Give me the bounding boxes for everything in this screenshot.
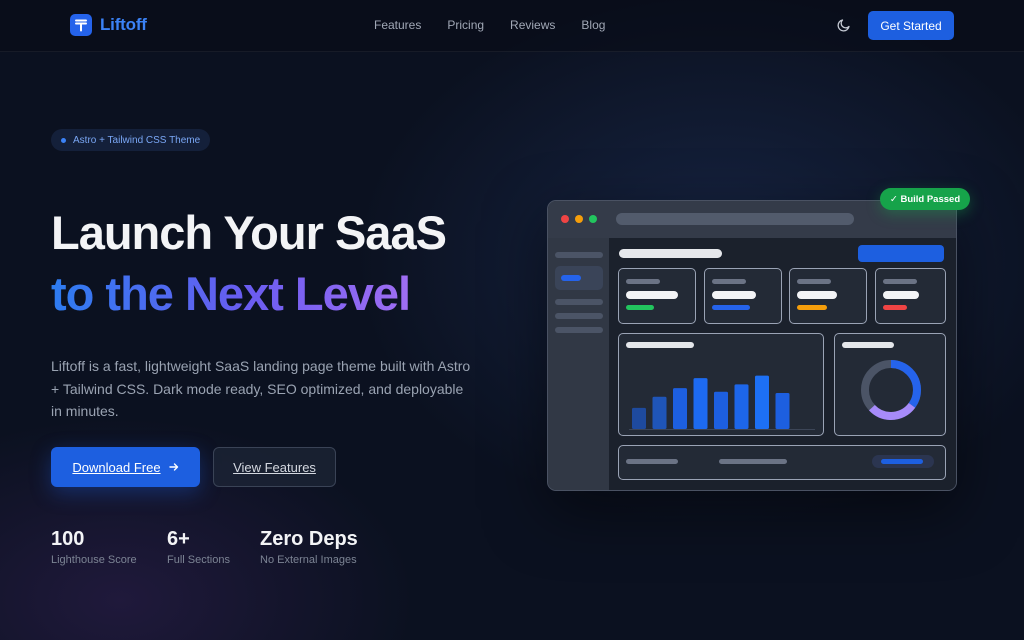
stat-deps: Zero Deps No External Images bbox=[260, 527, 358, 566]
stat-value: 100 bbox=[51, 528, 85, 550]
mock-bar bbox=[755, 375, 769, 429]
hero-title-line1: Launch Your SaaS bbox=[51, 206, 447, 259]
mock-bar-chart-card bbox=[618, 333, 824, 436]
card-value-line bbox=[883, 291, 919, 299]
brand-logo[interactable]: Liftoff bbox=[70, 14, 147, 36]
nav-link-pricing[interactable]: Pricing bbox=[447, 18, 484, 32]
table-pill-line bbox=[881, 459, 923, 464]
mock-donut-card bbox=[834, 333, 946, 436]
card-line bbox=[883, 279, 917, 284]
download-free-label: Download Free bbox=[72, 459, 161, 475]
build-passed-badge: ✓ Build Passed bbox=[880, 188, 970, 210]
card-line bbox=[797, 279, 831, 284]
sidebar-line bbox=[555, 252, 603, 258]
pill-label: Astro + Tailwind CSS Theme bbox=[73, 134, 201, 146]
brand-name: Liftoff bbox=[100, 15, 147, 34]
card-accent-line bbox=[883, 305, 907, 310]
mock-table-card bbox=[618, 445, 946, 480]
mock-bar bbox=[775, 393, 790, 429]
card-accent-line bbox=[712, 305, 750, 310]
theme-pill: Astro + Tailwind CSS Theme bbox=[51, 129, 211, 151]
logo-icon bbox=[70, 14, 92, 36]
mock-sidebar bbox=[548, 238, 609, 490]
table-line bbox=[719, 459, 787, 464]
arrow-right-icon bbox=[168, 460, 179, 475]
top-navigation: Liftoff Features Pricing Reviews Blog Ge… bbox=[0, 0, 1024, 52]
stat-label: No External Images bbox=[260, 554, 357, 566]
card-line bbox=[712, 279, 746, 284]
mock-stat-card bbox=[875, 268, 946, 324]
stat-sections: 6+ Full Sections bbox=[167, 527, 230, 566]
mock-action-button bbox=[858, 245, 944, 262]
stat-value: 6+ bbox=[167, 528, 190, 550]
card-value-line bbox=[626, 291, 678, 299]
sidebar-line bbox=[555, 299, 603, 305]
mock-heading-line bbox=[619, 249, 722, 258]
view-features-button[interactable]: View Features bbox=[213, 447, 336, 487]
sidebar-line bbox=[555, 327, 603, 333]
stat-label: Lighthouse Score bbox=[51, 554, 137, 566]
hero-title-line2: to the Next Level bbox=[51, 265, 411, 323]
nav-links: Features Pricing Reviews Blog bbox=[374, 18, 605, 32]
pill-dot bbox=[61, 137, 66, 143]
card-value-line bbox=[797, 291, 837, 299]
window-minimize-dot bbox=[575, 215, 583, 223]
nav-link-blog[interactable]: Blog bbox=[581, 18, 605, 32]
get-started-button[interactable]: Get Started bbox=[868, 11, 954, 40]
window-close-dot bbox=[561, 215, 569, 223]
mock-bar-chart bbox=[629, 375, 815, 430]
mock-main bbox=[609, 238, 956, 490]
mock-donut-chart bbox=[861, 360, 921, 420]
mock-bar bbox=[714, 391, 728, 429]
stat-lighthouse: 100 Lighthouse Score bbox=[51, 527, 137, 566]
mock-stat-card bbox=[789, 268, 867, 324]
card-line bbox=[626, 279, 660, 284]
stat-value: Zero Deps bbox=[260, 528, 358, 550]
mock-bar bbox=[632, 407, 646, 429]
mock-bar bbox=[652, 396, 667, 429]
download-free-button[interactable]: Download Free bbox=[51, 447, 200, 487]
card-accent-line bbox=[797, 305, 827, 310]
moon-icon[interactable] bbox=[836, 17, 852, 33]
card-accent-line bbox=[626, 305, 654, 310]
hero-description: Liftoff is a fast, lightweight SaaS land… bbox=[51, 358, 471, 419]
mock-bar bbox=[693, 378, 708, 429]
sidebar-line bbox=[555, 313, 603, 319]
stat-label: Full Sections bbox=[167, 554, 230, 566]
window-maximize-dot bbox=[589, 215, 597, 223]
mock-stat-card bbox=[618, 268, 696, 324]
dashboard-mockup bbox=[547, 200, 957, 491]
mock-bar bbox=[734, 384, 749, 429]
sidebar-active-line bbox=[561, 275, 581, 281]
nav-link-features[interactable]: Features bbox=[374, 18, 421, 32]
card-value-line bbox=[712, 291, 756, 299]
nav-link-reviews[interactable]: Reviews bbox=[510, 18, 555, 32]
url-bar bbox=[616, 213, 854, 225]
mock-bar bbox=[673, 388, 687, 429]
mock-stat-card bbox=[704, 268, 782, 324]
table-line bbox=[626, 459, 678, 464]
